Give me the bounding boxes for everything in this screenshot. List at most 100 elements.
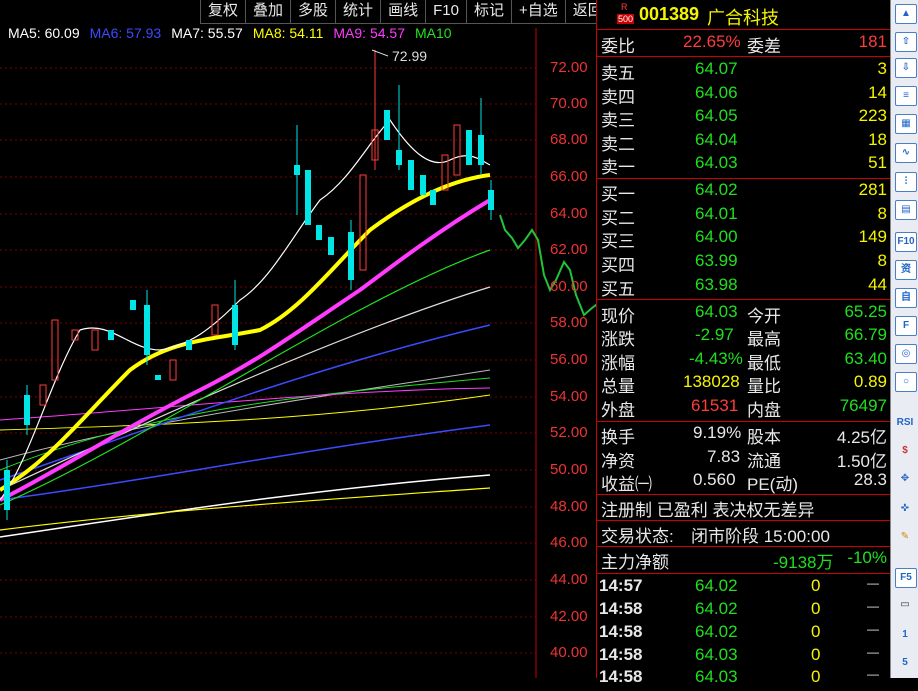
tick-direction: — [867, 576, 879, 590]
bid-volume: 149 [858, 227, 887, 246]
arrow-up-outline-icon[interactable]: ⇧ [895, 32, 917, 52]
bid-label: 买四 [601, 256, 635, 275]
kline-chart[interactable]: 复权 叠加 多股 统计 画线 F10 标记 +自选 返回 MA5: 60.09 … [0, 0, 596, 678]
main-flow-value: -9138万 [773, 553, 834, 572]
stat-label: 总量 [601, 377, 635, 396]
news-icon[interactable]: 资 [895, 260, 917, 280]
arrow-down-outline-icon[interactable]: ⇩ [895, 58, 917, 78]
weicha-label: 委差 [747, 37, 781, 56]
ask-row[interactable]: 卖三 64.05 223 [597, 106, 891, 130]
fund-value: 9.19% [693, 423, 742, 442]
target-icon[interactable]: ○ [895, 372, 917, 392]
fund-value: 1.50亿 [836, 452, 887, 471]
compass-icon[interactable]: ✥ [895, 470, 915, 488]
stat-label: 量比 [747, 377, 781, 396]
ask-row[interactable]: 卖一 64.03 51 [597, 153, 891, 177]
period-1-button[interactable]: 1 [895, 626, 915, 644]
list-icon[interactable]: ≡ [895, 86, 917, 106]
fund-row: 收益㈠ 0.560 PE(动) 28.3 [597, 470, 891, 494]
fund-label: 股本 [747, 428, 781, 447]
fund-label: 收益㈠ [601, 475, 652, 494]
period-1-icon[interactable]: ▭ [895, 596, 915, 614]
stat-label: 涨幅 [601, 354, 635, 373]
toolbar-multi-stock-button[interactable]: 多股 [290, 0, 336, 24]
toolbar-statistics-button[interactable]: 统计 [335, 0, 381, 24]
price-tick: 42.00 [550, 608, 588, 625]
ask-price: 64.07 [695, 59, 738, 78]
arrow-up-icon[interactable]: ▲ [895, 4, 917, 24]
webi-value: 22.65% [683, 32, 741, 51]
toolbar-draw-line-button[interactable]: 画线 [380, 0, 426, 24]
bid-volume: 44 [868, 275, 887, 294]
f12-icon[interactable]: F [895, 316, 917, 336]
webi-row: 委比 22.65% 委差 181 [597, 32, 891, 56]
pencil-icon[interactable]: ✎ [895, 528, 915, 546]
stock-tags: 注册制 已盈利 表决权无差异 [597, 496, 891, 520]
window-icon[interactable]: ▤ [895, 200, 917, 220]
fund-row: 换手 9.19% 股本 4.25亿 [597, 423, 891, 447]
toolbar-back-button[interactable]: 返回 [564, 0, 596, 24]
quote-row: 涨跌 -2.97 最高 66.79 [597, 325, 891, 349]
ma9-label: MA9: 54.57 [333, 25, 405, 41]
fund-label: PE(动) [747, 475, 798, 494]
grid-icon[interactable]: ▦ [895, 114, 917, 134]
stat-label: 涨跌 [601, 330, 635, 349]
ask-row[interactable]: 卖四 64.06 14 [597, 83, 891, 107]
candlestick-icon[interactable]: ⫶ [895, 172, 917, 192]
stat-value: 66.79 [844, 325, 887, 344]
fund-value: 7.83 [707, 447, 741, 466]
price-tick: 46.00 [550, 534, 588, 551]
price-tick: 62.00 [550, 241, 588, 258]
line-chart-icon[interactable]: ∿ [895, 143, 917, 163]
chart-plot[interactable] [0, 0, 596, 678]
tick-row: 14:57 64.02 0 — [597, 576, 891, 600]
webi-label: 委比 [601, 37, 635, 56]
fund-label: 流通 [747, 452, 781, 471]
toolbar-restore-rights-button[interactable]: 复权 [200, 0, 246, 24]
volume-icon[interactable]: ◎ [895, 344, 917, 364]
stat-value: 65.25 [844, 302, 887, 321]
bid-row[interactable]: 买一 64.02 281 [597, 180, 891, 204]
toolbar-add-watchlist-button[interactable]: +自选 [510, 0, 565, 24]
ask-label: 卖四 [601, 88, 635, 107]
badge-500: 500 [617, 14, 635, 24]
price-tick: 58.00 [550, 314, 588, 331]
bid-label: 买五 [601, 280, 635, 299]
ma-legend: MA5: 60.09 MA6: 57.93 MA7: 55.57 MA8: 54… [0, 25, 452, 45]
period-5-button[interactable]: 5 [895, 654, 915, 672]
bid-row[interactable]: 买三 64.00 149 [597, 227, 891, 251]
toolbar-overlay-button[interactable]: 叠加 [245, 0, 291, 24]
tick-time: 14:58 [599, 622, 643, 641]
ask-volume: 51 [868, 153, 887, 172]
move-icon[interactable]: ✜ [895, 500, 915, 518]
bid-row[interactable]: 买四 63.99 8 [597, 251, 891, 275]
ask-volume: 18 [868, 130, 887, 149]
trade-status-value: 闭市阶段 15:00:00 [691, 527, 830, 546]
bid-price: 64.01 [695, 204, 738, 223]
fund-label: 净资 [601, 452, 635, 471]
bid-price: 63.99 [695, 251, 738, 270]
price-tick: 54.00 [550, 388, 588, 405]
f10-icon[interactable]: F10 [895, 232, 917, 252]
ask-row[interactable]: 卖二 64.04 18 [597, 130, 891, 154]
stat-label: 最高 [747, 330, 781, 349]
toolbar-f10-button[interactable]: F10 [425, 0, 466, 24]
fund-label: 换手 [601, 428, 635, 447]
dollar-icon[interactable]: $ [895, 442, 915, 460]
ask-row[interactable]: 卖五 64.07 3 [597, 59, 891, 83]
tick-time: 14:58 [599, 667, 643, 686]
rsi-icon[interactable]: RSI [895, 414, 915, 432]
self-select-icon[interactable]: 自 [895, 288, 917, 308]
bid-row[interactable]: 买五 63.98 44 [597, 275, 891, 299]
stat-label: 现价 [601, 307, 635, 326]
f5-icon[interactable]: F5 [895, 568, 917, 588]
price-tick: 68.00 [550, 131, 588, 148]
bid-label: 买一 [601, 185, 635, 204]
quote-row: 外盘 61531 内盘 76497 [597, 396, 891, 420]
stat-value: 0.89 [853, 372, 887, 391]
tags-text: 注册制 已盈利 表决权无差异 [601, 501, 815, 520]
main-flow[interactable]: 主力净额 -9138万 -10% [597, 548, 891, 572]
stat-value: -2.97 [695, 325, 734, 344]
toolbar-mark-button[interactable]: 标记 [465, 0, 511, 24]
bid-row[interactable]: 买二 64.01 8 [597, 204, 891, 228]
